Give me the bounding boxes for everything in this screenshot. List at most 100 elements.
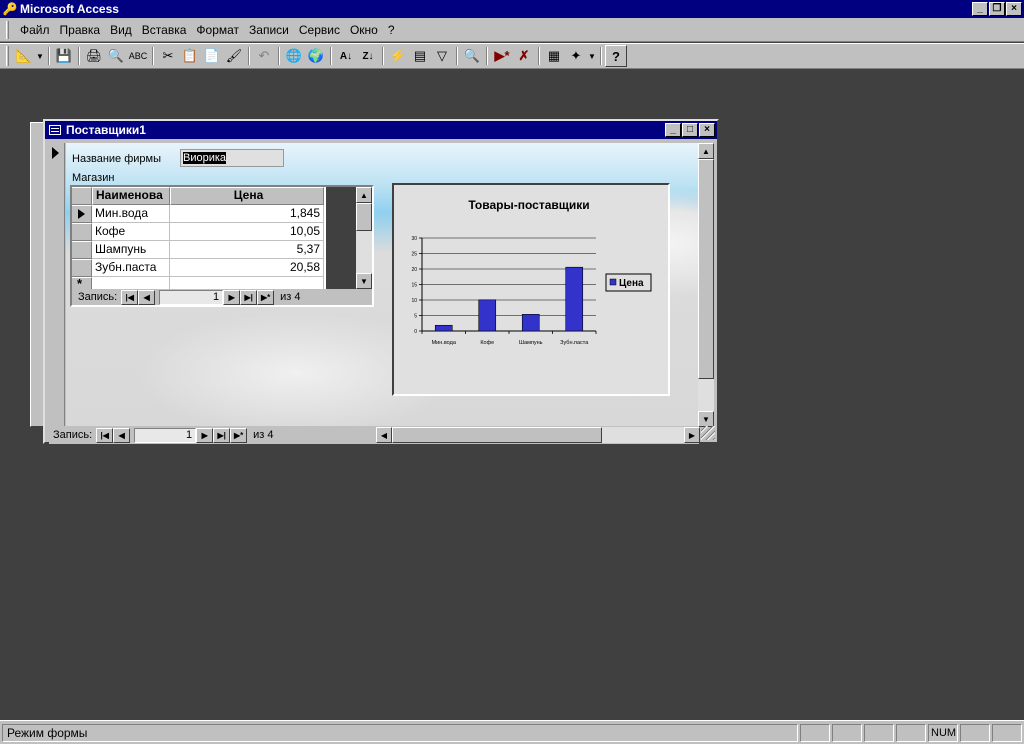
cell-name[interactable]: Шампунь [92, 241, 170, 259]
delete-record-icon[interactable]: ✗ [513, 45, 535, 67]
scroll-up-icon[interactable]: ▲ [356, 187, 372, 203]
cell-price[interactable]: 5,37 [170, 241, 324, 259]
save-icon[interactable]: 💾 [53, 45, 75, 67]
form-minimize-button[interactable]: _ [665, 123, 681, 137]
scroll-down-icon[interactable]: ▼ [356, 273, 372, 289]
undo-icon[interactable]: ↶ [253, 45, 275, 67]
first-record-icon[interactable]: |◀ [121, 289, 139, 305]
cell-name[interactable]: Мин.вода [92, 205, 170, 223]
subform-datasheet[interactable]: Наименова Цена Мин.вода 1,845 Кофе 10,05… [70, 185, 374, 307]
row-selector[interactable] [72, 241, 92, 259]
print-preview-icon[interactable]: 🔍 [105, 45, 127, 67]
properties-icon[interactable]: ▦ [543, 45, 565, 67]
menu-records[interactable]: Записи [244, 21, 294, 39]
apply-filter-icon[interactable]: ▽ [431, 45, 453, 67]
row-selector[interactable]: * [72, 276, 92, 289]
subform-record-number-input[interactable]: 1 [159, 289, 224, 305]
sort-descending-icon[interactable]: Z↓ [357, 45, 379, 67]
record-selector[interactable] [49, 143, 65, 427]
toolbar-separator [456, 47, 458, 65]
cell-price[interactable]: 10,05 [170, 223, 324, 241]
cell-price[interactable] [170, 277, 324, 289]
form-maximize-button[interactable]: □ [682, 123, 698, 137]
column-header-price[interactable]: Цена [170, 187, 324, 205]
table-row[interactable]: Мин.вода 1,845 [72, 205, 356, 223]
menubar-grip[interactable] [6, 20, 9, 39]
print-icon[interactable]: 🖨 [83, 45, 105, 67]
new-record-row[interactable]: * [72, 276, 356, 289]
last-record-icon[interactable]: ▶| [240, 289, 258, 305]
row-selector[interactable] [72, 259, 92, 277]
help-icon[interactable]: ? [605, 45, 627, 67]
chart-object[interactable]: Товары-поставщики 0 5 10 15 20 25 30 Мин.вода Коф… [392, 183, 670, 396]
previous-record-icon[interactable]: ◀ [113, 427, 131, 443]
dropdown-arrow-icon[interactable]: ▼ [35, 45, 45, 67]
menu-help[interactable]: ? [383, 21, 400, 39]
menu-edit[interactable]: Правка [55, 21, 106, 39]
design-view-icon[interactable]: 📐 [13, 45, 35, 67]
last-record-icon[interactable]: ▶| [213, 427, 231, 443]
menu-file[interactable]: Файл [15, 21, 55, 39]
scroll-thumb[interactable] [392, 427, 602, 443]
menu-format[interactable]: Формат [191, 21, 244, 39]
scroll-thumb[interactable] [356, 203, 372, 231]
menu-tools[interactable]: Сервис [294, 21, 345, 39]
menu-window[interactable]: Окно [345, 21, 383, 39]
row-selector[interactable] [72, 223, 92, 241]
new-record-icon[interactable]: ▶* [491, 45, 513, 67]
previous-record-icon[interactable]: ◀ [138, 289, 156, 305]
form-record-number-input[interactable]: 1 [134, 427, 197, 443]
scroll-up-icon[interactable]: ▲ [698, 143, 714, 159]
paste-icon[interactable]: 📄 [201, 45, 223, 67]
resize-grip-icon[interactable] [701, 426, 715, 440]
cell-price[interactable]: 1,845 [170, 205, 324, 223]
hyperlink-icon[interactable]: 🌐 [283, 45, 305, 67]
scroll-left-icon[interactable]: ◀ [376, 427, 392, 443]
minimize-button[interactable]: _ [972, 2, 988, 16]
find-icon[interactable]: 🔍 [461, 45, 483, 67]
new-object-icon[interactable]: ✦ [565, 45, 587, 67]
subform-vertical-scrollbar[interactable]: ▲ ▼ [356, 187, 372, 289]
scroll-down-icon[interactable]: ▼ [698, 411, 714, 427]
y-tick-label: 0 [414, 329, 417, 335]
cell-price[interactable]: 20,58 [170, 259, 324, 277]
scroll-right-icon[interactable]: ▶ [684, 427, 700, 443]
new-record-nav-icon[interactable]: ▶* [257, 289, 275, 305]
form-vertical-scrollbar[interactable]: ▲ ▼ [698, 143, 714, 427]
spelling-icon[interactable]: ABC [127, 45, 149, 67]
filter-by-form-icon[interactable]: ▤ [409, 45, 431, 67]
close-button[interactable]: × [1006, 2, 1022, 16]
next-record-icon[interactable]: ▶ [196, 427, 214, 443]
scroll-thumb[interactable] [698, 159, 714, 379]
form-horizontal-scrollbar[interactable]: ◀ ▶ [376, 427, 700, 443]
cell-name[interactable] [92, 277, 170, 289]
table-row[interactable]: Шампунь 5,37 [72, 241, 356, 259]
table-row[interactable]: Зубн.паста 20,58 [72, 259, 356, 277]
format-painter-icon[interactable]: 🖌 [223, 45, 245, 67]
restore-button[interactable]: ❐ [989, 2, 1005, 16]
chart-bar [565, 266, 584, 332]
form-close-button[interactable]: × [699, 123, 715, 137]
subform-navigation-bar: Запись: |◀ ◀ 1 ▶ ▶| ▶* из 4 [72, 289, 372, 305]
cell-name[interactable]: Кофе [92, 223, 170, 241]
form-titlebar[interactable]: Поставщики1 _ □ × [45, 121, 717, 139]
cut-icon[interactable]: ✂ [157, 45, 179, 67]
toolbar-grip[interactable] [6, 46, 9, 66]
cell-name[interactable]: Зубн.паста [92, 259, 170, 277]
menu-insert[interactable]: Вставка [137, 21, 192, 39]
web-toolbar-icon[interactable]: 🌍 [305, 45, 327, 67]
filter-by-selection-icon[interactable]: ⚡ [387, 45, 409, 67]
first-record-icon[interactable]: |◀ [96, 427, 114, 443]
copy-icon[interactable]: 📋 [179, 45, 201, 67]
column-header-name[interactable]: Наименова [92, 187, 170, 205]
firm-name-field[interactable]: Виорика [180, 149, 284, 167]
sort-ascending-icon[interactable]: A↓ [335, 45, 357, 67]
next-record-icon[interactable]: ▶ [223, 289, 241, 305]
menu-view[interactable]: Вид [105, 21, 137, 39]
row-selector[interactable] [72, 205, 92, 223]
dropdown-arrow-icon[interactable]: ▼ [587, 45, 597, 67]
form-window: Поставщики1 _ □ × Название фирмы Виорика… [43, 119, 719, 444]
table-row[interactable]: Кофе 10,05 [72, 223, 356, 241]
new-record-nav-icon[interactable]: ▶* [230, 427, 248, 443]
select-all-corner[interactable] [72, 187, 92, 205]
